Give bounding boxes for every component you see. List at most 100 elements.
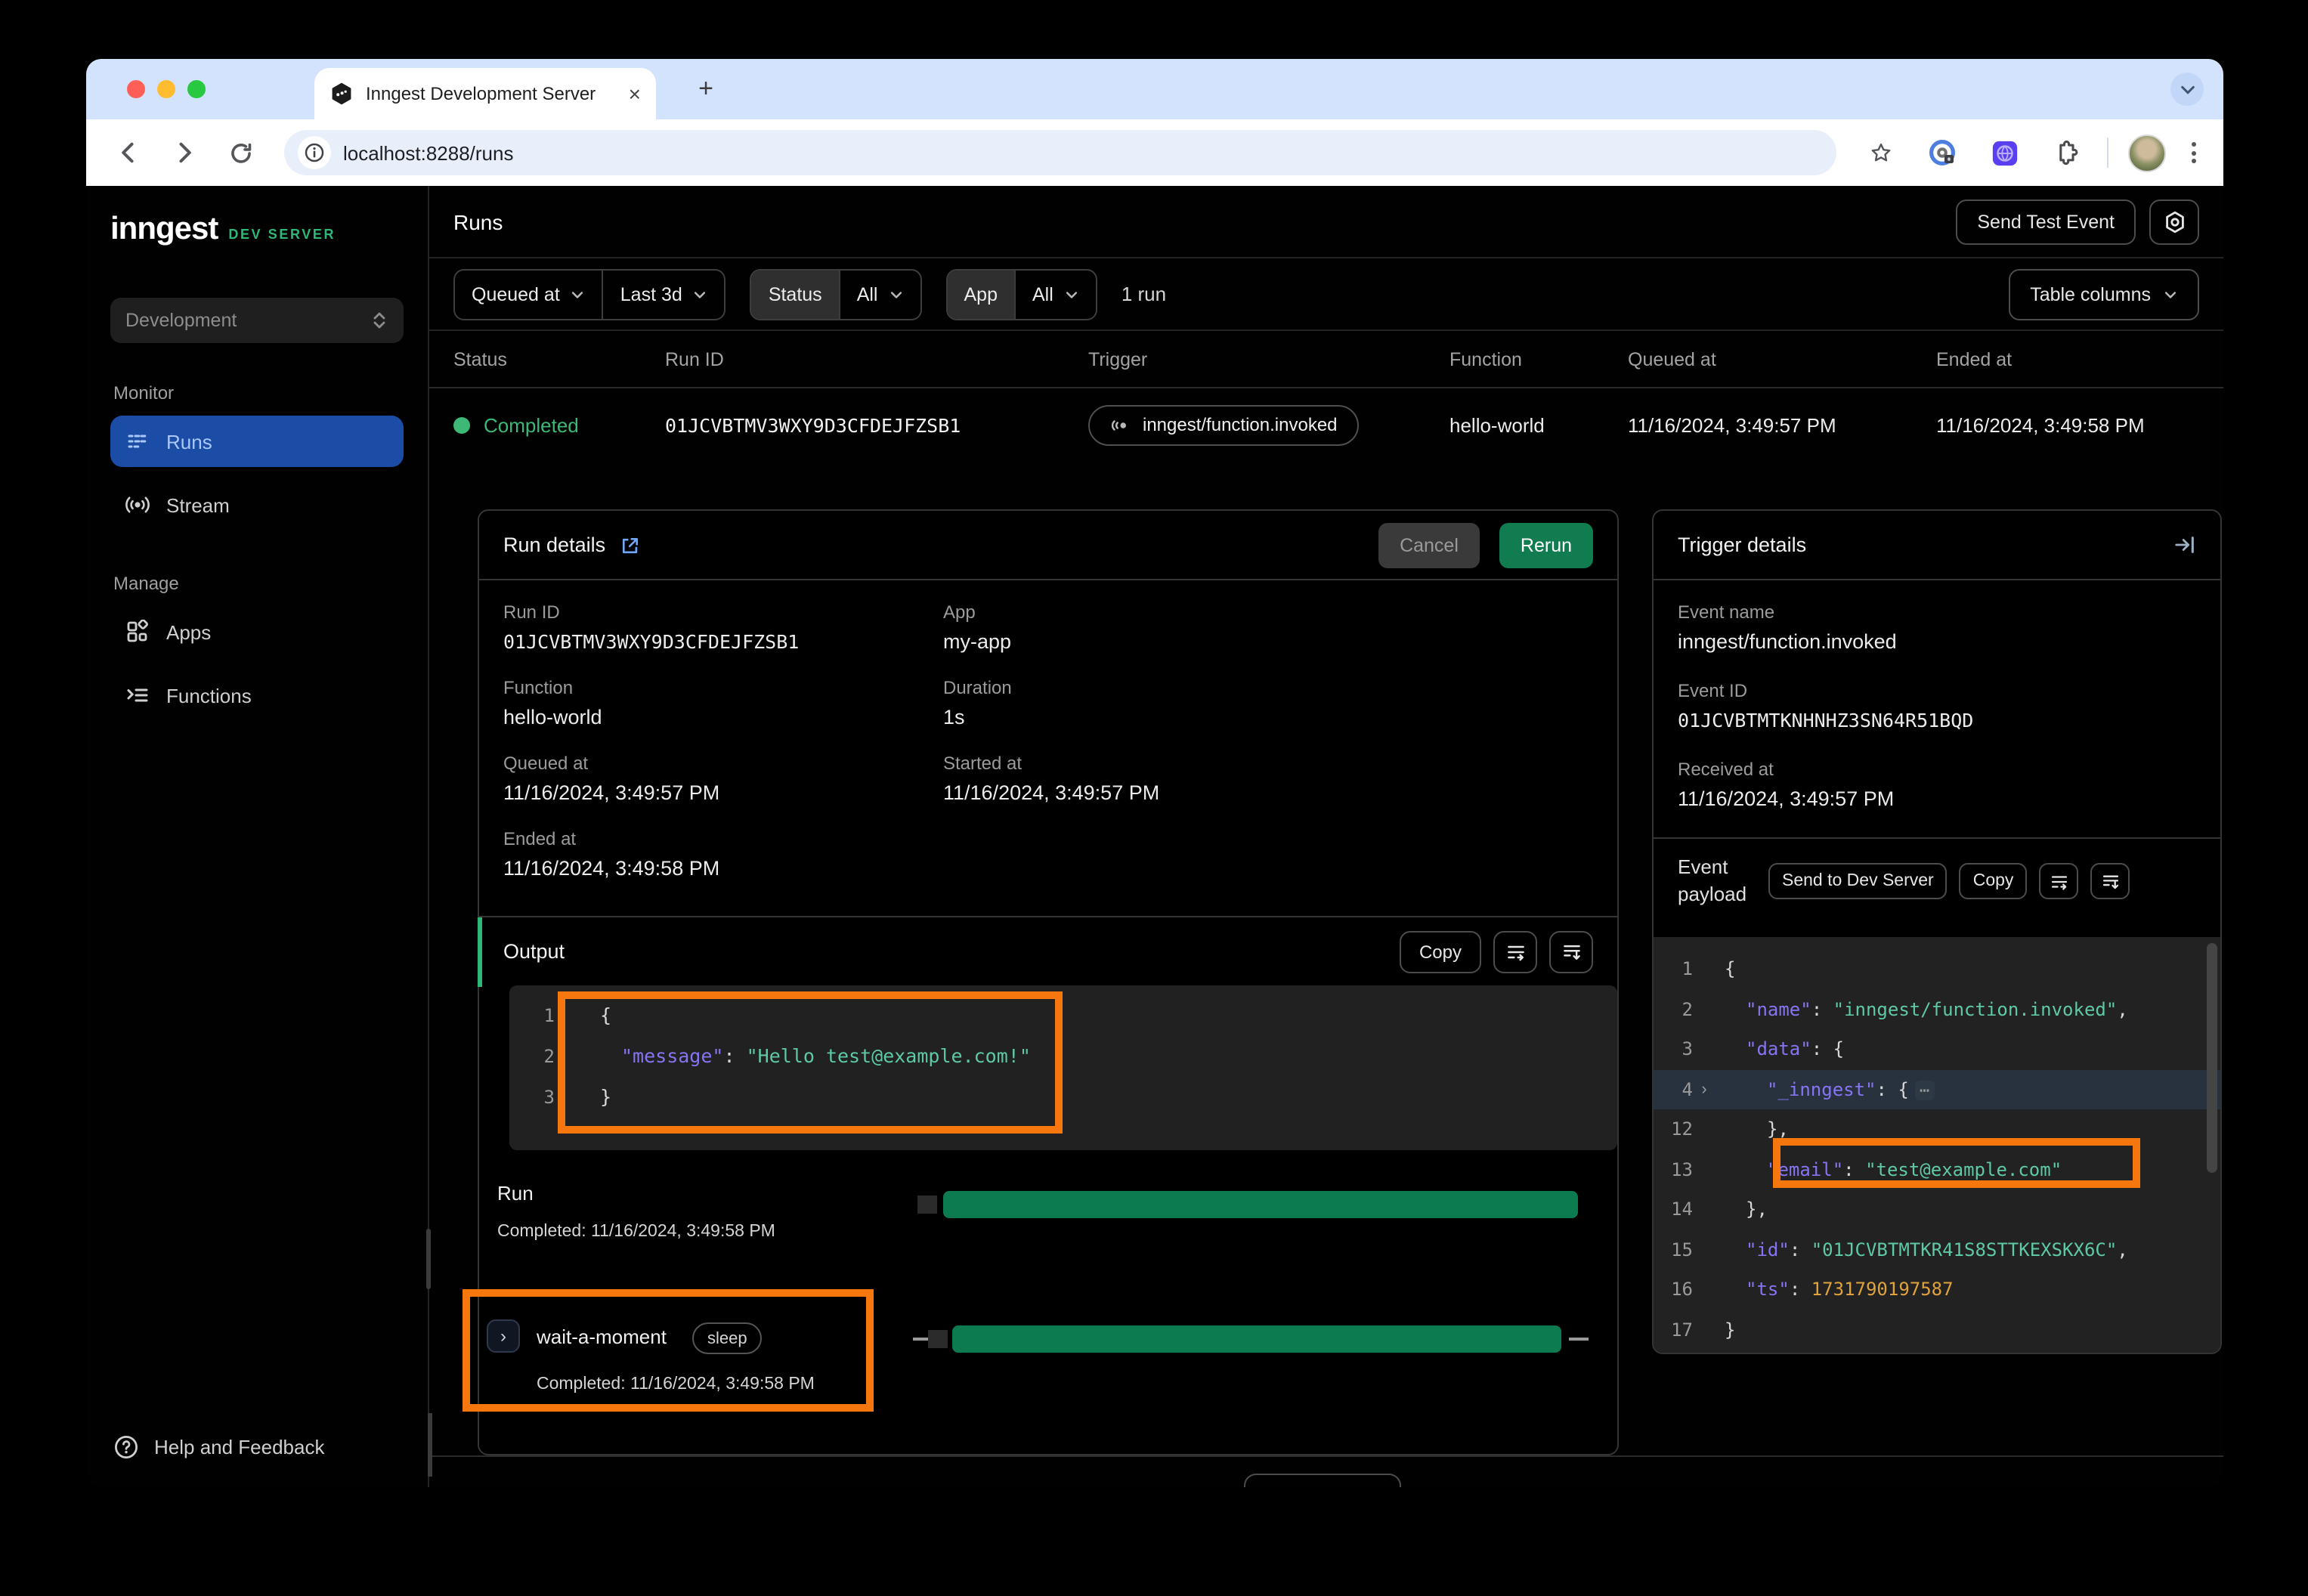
code-line: 1 { — [1654, 949, 2220, 989]
code-line-collapsed[interactable]: 4› "_inngest": {⋯ — [1654, 1069, 2220, 1109]
url-bar[interactable]: localhost:8288/runs — [284, 130, 1836, 175]
minimize-window-button[interactable] — [157, 80, 175, 98]
payload-copy-button[interactable]: Copy — [1960, 863, 2028, 899]
col-status[interactable]: Status — [453, 348, 665, 370]
environment-select[interactable]: Development — [110, 298, 404, 343]
run-details-header: Run details Cancel Rerun — [479, 511, 1617, 580]
trigger-event-name: inngest/function.invoked — [1143, 414, 1338, 435]
annotation-step — [463, 1289, 874, 1412]
function-cell: hello-world — [1449, 413, 1628, 436]
apps-grid-icon — [125, 620, 150, 644]
new-tab-button[interactable]: + — [688, 71, 724, 107]
col-queued-at[interactable]: Queued at — [1628, 348, 1936, 370]
ended-at-cell: 11/16/2024, 3:49:58 PM — [1936, 413, 2199, 436]
col-ended-at[interactable]: Ended at — [1936, 348, 2199, 370]
annotation-email-line — [1773, 1138, 2140, 1188]
timeline-run-label[interactable]: Run — [497, 1182, 534, 1205]
table-columns-label: Table columns — [2030, 283, 2151, 305]
filters-bar: Queued at Last 3d Status — [429, 258, 2223, 331]
output-status-strip — [478, 917, 482, 987]
page-header: Runs Send Test Event — [429, 186, 2223, 258]
profile-avatar[interactable] — [2128, 134, 2166, 172]
up-down-chevron-icon — [370, 310, 388, 331]
zoom-window-button[interactable] — [187, 80, 206, 98]
field-event-id: Event ID 01JCVBTMTKNHNHZ3SN64R51BQD — [1678, 680, 2196, 732]
traffic-lights — [127, 80, 206, 98]
sidebar-item-runs[interactable]: Runs — [110, 416, 404, 467]
purple-extension-icon[interactable] — [1983, 131, 2025, 174]
partial-bottom-button[interactable] — [1244, 1474, 1401, 1487]
app-filter-value: All — [1032, 283, 1053, 305]
password-manager-extension-icon[interactable] — [1921, 131, 1963, 174]
time-range-dropdown[interactable]: Last 3d — [604, 270, 725, 318]
scrollbar-thumb[interactable] — [428, 1413, 432, 1477]
back-icon[interactable] — [107, 131, 150, 174]
time-field-value: Queued at — [472, 283, 560, 305]
time-field-dropdown[interactable]: Queued at — [455, 270, 602, 318]
field-run-id: Run ID 01JCVBTMV3WXY9D3CFDEJFZSB1 — [503, 602, 943, 653]
code-line: 17 } — [1654, 1310, 2220, 1350]
app-filter-label: App — [948, 270, 1015, 318]
tab-search-chevron-icon[interactable] — [2170, 73, 2204, 106]
col-run-id[interactable]: Run ID — [665, 348, 1088, 370]
collapsed-ellipsis: ⋯ — [1915, 1081, 1934, 1100]
table-row[interactable]: Completed 01JCVBTMV3WXY9D3CFDEJFZSB1 inn… — [429, 388, 2223, 461]
code-line: 14 }, — [1654, 1189, 2220, 1229]
close-window-button[interactable] — [127, 80, 145, 98]
help-and-feedback[interactable]: Help and Feedback — [110, 1428, 404, 1466]
function-link[interactable]: hello-world — [503, 706, 943, 728]
field-app: App my-app — [943, 602, 1593, 653]
reload-icon[interactable] — [219, 131, 261, 174]
status-filter-dropdown[interactable]: All — [840, 270, 920, 318]
status-filter-group: Status All — [750, 268, 922, 320]
scrollbar-thumb[interactable] — [2207, 943, 2217, 1173]
status-filter-label: Status — [752, 270, 839, 318]
bookmark-star-icon[interactable] — [1859, 131, 1901, 174]
col-function[interactable]: Function — [1449, 348, 1628, 370]
payload-word-wrap-icon[interactable] — [2039, 863, 2078, 899]
browser-tab[interactable]: Inngest Development Server × — [314, 68, 656, 119]
extensions-puzzle-icon[interactable] — [2045, 131, 2087, 174]
external-link-icon[interactable] — [619, 534, 640, 555]
table-columns-button[interactable]: Table columns — [2009, 268, 2199, 320]
sidebar-item-stream[interactable]: Stream — [110, 479, 404, 530]
rerun-button[interactable]: Rerun — [1499, 522, 1593, 568]
expand-chevron-icon[interactable]: › — [1693, 1081, 1716, 1099]
run-details-title: Run details — [503, 534, 605, 556]
field-ended-at: Ended at 11/16/2024, 3:49:58 PM — [503, 828, 943, 880]
payload-scroll-bottom-icon[interactable] — [2090, 863, 2130, 899]
code-line: 2 "name": "inngest/function.invoked", — [1654, 989, 2220, 1029]
trigger-details-title: Trigger details — [1678, 534, 1806, 556]
event-payload-header: Event payload Send to Dev Server Copy — [1654, 837, 2220, 923]
timeline-step-bar[interactable] — [952, 1325, 1561, 1353]
app-link[interactable]: my-app — [943, 630, 1593, 653]
col-trigger[interactable]: Trigger — [1088, 348, 1449, 370]
sidebar-item-functions[interactable]: Functions — [110, 670, 404, 721]
settings-gear-button[interactable] — [2149, 199, 2199, 244]
output-title: Output — [503, 940, 565, 963]
toolbar-separator — [2107, 138, 2108, 168]
send-to-dev-server-button[interactable]: Send to Dev Server — [1768, 863, 1948, 899]
site-info-icon[interactable] — [298, 136, 331, 169]
send-test-event-button[interactable]: Send Test Event — [1956, 199, 2136, 244]
sidebar-item-apps[interactable]: Apps — [110, 606, 404, 657]
scroll-to-bottom-icon[interactable] — [1549, 930, 1593, 973]
field-function: Function hello-world — [503, 677, 943, 728]
help-label: Help and Feedback — [154, 1436, 325, 1458]
word-wrap-icon[interactable] — [1493, 930, 1537, 973]
trigger-event-pill[interactable]: inngest/function.invoked — [1088, 404, 1359, 445]
cancel-button[interactable]: Cancel — [1378, 522, 1480, 568]
output-copy-button[interactable]: Copy — [1400, 930, 1481, 973]
inngest-favicon-icon — [329, 82, 354, 106]
inngest-app: inngest DEV SERVER Development Monitor R… — [86, 186, 2223, 1487]
table-header-row: Status Run ID Trigger Function Queued at… — [429, 331, 2223, 388]
collapse-panel-icon[interactable] — [2173, 534, 2196, 556]
tab-strip: Inngest Development Server × + — [86, 59, 2223, 119]
event-pulse-icon — [1109, 415, 1131, 435]
timeline-run-bar[interactable] — [943, 1191, 1578, 1218]
app-filter-dropdown[interactable]: All — [1016, 270, 1096, 318]
trigger-details-panel: Trigger details Event name inngest/funct… — [1652, 509, 2222, 1354]
forward-icon[interactable] — [163, 131, 206, 174]
browser-menu-icon[interactable] — [2186, 142, 2202, 163]
tab-close-icon[interactable]: × — [629, 83, 641, 104]
